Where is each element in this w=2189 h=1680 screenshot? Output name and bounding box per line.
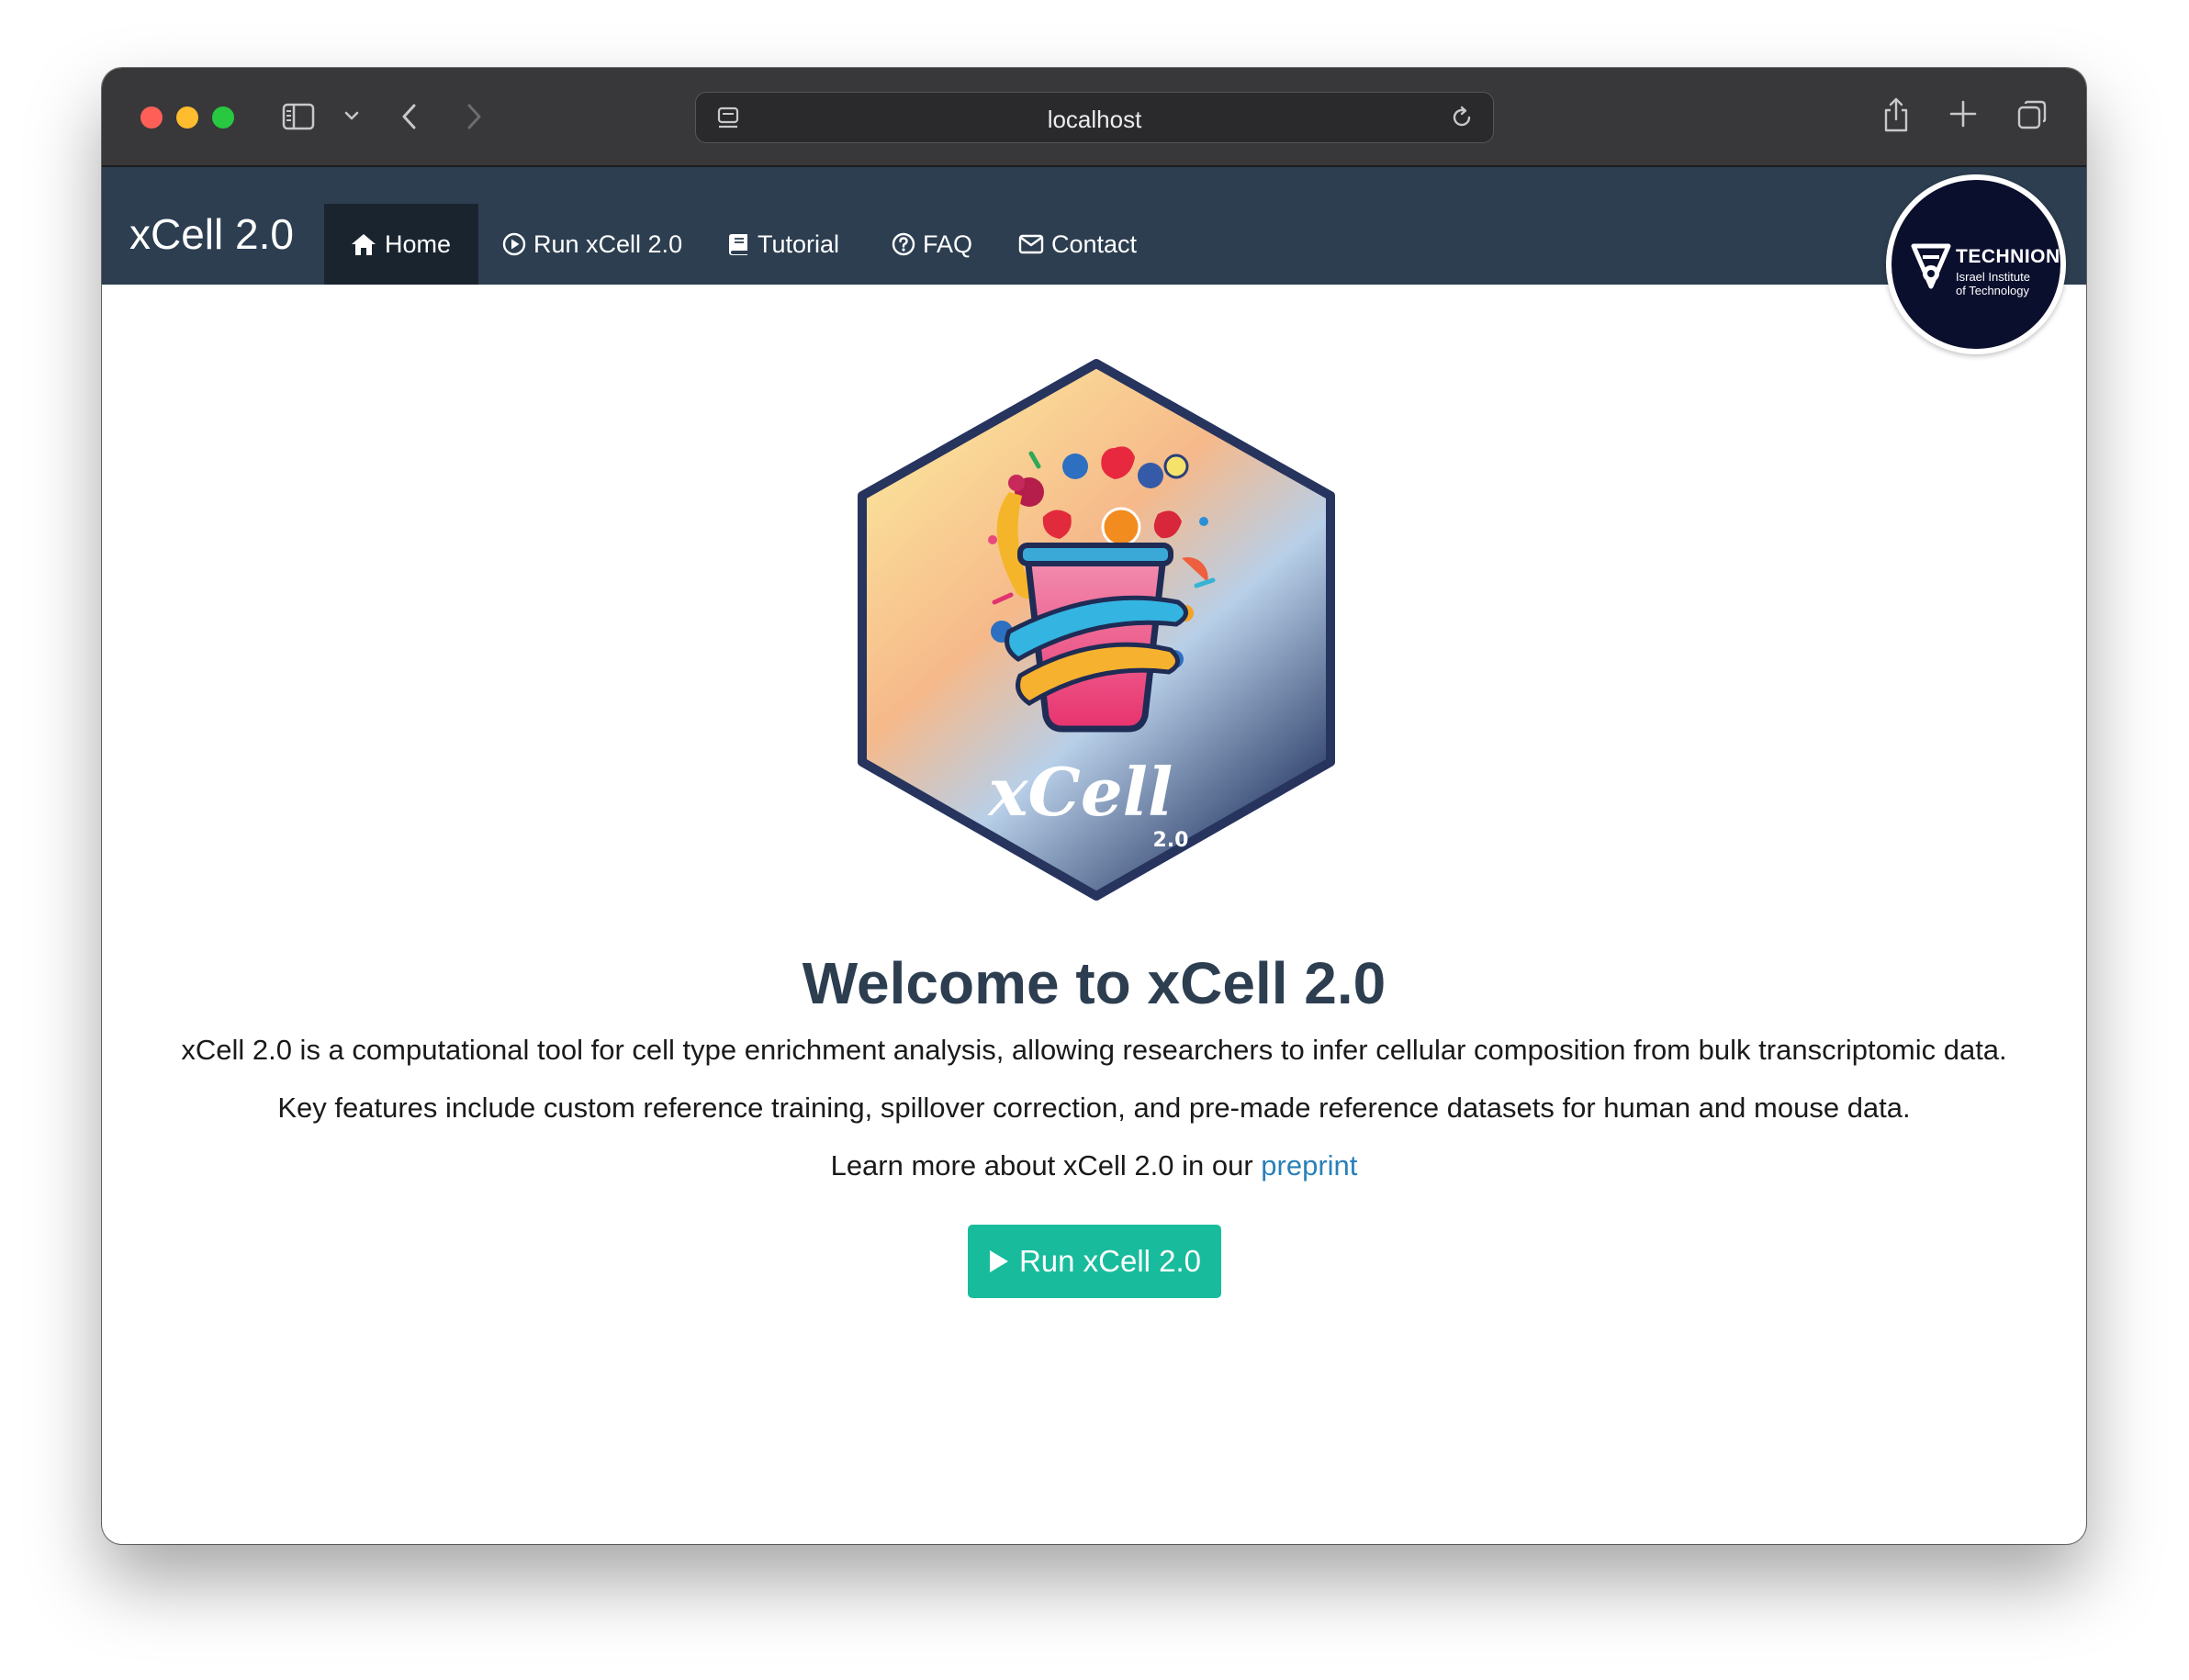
learn-more-prefix: Learn more about xCell 2.0 in our [830,1149,1262,1182]
nav-item-label: Contact [1051,230,1138,258]
nav-item-label: FAQ [923,230,973,258]
learn-more-text: Learn more about xCell 2.0 in our prepri… [102,1149,2086,1182]
page-title: Welcome to xCell 2.0 [802,950,1386,1016]
nav-item-label: Tutorial [758,230,840,258]
description-text: xCell 2.0 is a computational tool for ce… [181,1034,2007,1066]
sidebar-toggle-icon[interactable] [282,103,315,130]
nav-item-faq[interactable]: FAQ [892,204,972,285]
minimize-window-button[interactable] [176,106,198,129]
technion-emblem-icon [1911,243,1951,289]
nav-item-tutorial[interactable]: Tutorial [728,204,839,285]
technion-subtitle-line: Israel Institute [1956,270,2030,284]
forward-arrow-icon[interactable] [462,101,486,132]
browser-window: localhost xCell 2.0 Home Run xCell 2.0 T… [102,68,2086,1544]
close-window-button[interactable] [140,106,163,129]
xcell-hex-logo: xCell 2.0 [858,359,1335,901]
address-text: localhost [1047,106,1142,133]
technion-subtitle-line: of Technology [1956,284,2029,297]
run-xcell-button[interactable]: Run xCell 2.0 [968,1225,1221,1298]
nav-item-run-xcell[interactable]: Run xCell 2.0 [502,204,682,285]
home-icon [352,234,376,255]
new-tab-icon[interactable] [1948,99,1978,129]
logo-version-text: 2.0 [1153,829,1189,852]
nav-item-label: Run xCell 2.0 [533,230,683,258]
run-xcell-button-label: Run xCell 2.0 [1018,1244,1202,1278]
logo-xcell-text: xCell [987,753,1173,831]
play-circle-icon [502,232,526,256]
brand-title[interactable]: xCell 2.0 [129,209,294,259]
chevron-down-icon[interactable] [342,105,361,127]
technion-title: TECHNION [1956,246,2060,267]
technion-subtitle: Israel Institute of Technology [1956,270,2057,297]
question-circle-icon [892,232,915,256]
back-arrow-icon[interactable] [398,101,421,132]
app-navbar: xCell 2.0 Home Run xCell 2.0 Tutorial FA… [102,167,2086,285]
envelope-icon [1018,234,1044,254]
nav-item-contact[interactable]: Contact [1018,204,1137,285]
tab-overview-icon[interactable] [2016,99,2048,130]
book-icon [729,234,747,255]
address-bar[interactable]: localhost [695,92,1494,143]
preprint-link[interactable]: preprint [1261,1149,1357,1182]
play-icon [989,1250,1008,1272]
technion-logo-background: TECHNION Israel Institute of Technology [1892,180,2060,349]
reload-icon[interactable] [1449,105,1475,130]
browser-toolbar: localhost [102,68,2086,167]
nav-item-label: Home [385,230,452,258]
nav-item-home[interactable]: Home [324,204,478,285]
technion-logo[interactable]: TECHNION Israel Institute of Technology [1886,174,2066,354]
features-text: Key features include custom reference tr… [277,1092,1911,1124]
zoom-window-button[interactable] [212,106,234,129]
share-icon[interactable] [1881,95,1911,134]
